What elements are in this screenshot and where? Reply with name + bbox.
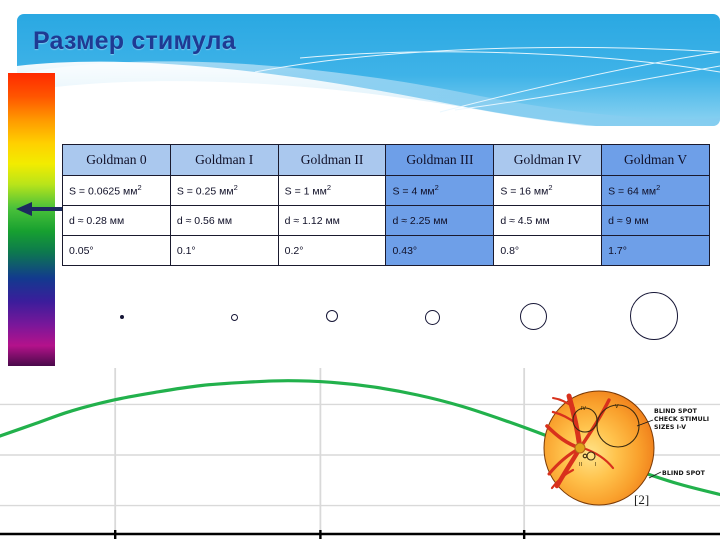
optic-disc bbox=[574, 442, 586, 454]
fundus-diagram: IV V II I BLIND SPOT CHECK STIMULI SIZES… bbox=[533, 386, 720, 514]
cell-angle-goldman-i: 0.1° bbox=[169, 235, 279, 266]
cell-area-goldman-0: S = 0.0625 мм2 bbox=[62, 175, 171, 206]
mark-label-ii: II bbox=[579, 462, 582, 468]
circle-goldman-v bbox=[630, 292, 678, 340]
cell-diameter-goldman-v: d ≈ 9 мм bbox=[601, 205, 710, 236]
cell-area-goldman-iii: S = 4 мм2 bbox=[385, 175, 495, 206]
fundus-label-blind-spot-bottom: BLIND SPOT bbox=[662, 470, 706, 477]
stimulus-circle-row bbox=[62, 282, 710, 352]
cell-angle-goldman-iv: 0.8° bbox=[493, 235, 603, 266]
cell-area-goldman-v: S = 64 мм2 bbox=[601, 175, 710, 206]
cell-diameter-goldman-iii: d ≈ 2.25 мм bbox=[385, 205, 495, 236]
cell-diameter-goldman-i: d ≈ 0.56 мм bbox=[169, 205, 279, 236]
mark-label-i: I bbox=[595, 462, 596, 468]
stimulus-size-table: Goldman 0 Goldman I Goldman II Goldman I… bbox=[62, 144, 710, 266]
circle-goldman-0 bbox=[119, 314, 125, 320]
cell-diameter-goldman-ii: d ≈ 1.12 мм bbox=[277, 205, 387, 236]
column-header-goldman-0[interactable]: Goldman 0 bbox=[62, 144, 171, 176]
table-row-area: S = 0.0625 мм2 S = 0.25 мм2 S = 1 мм2 S … bbox=[62, 175, 710, 206]
column-header-goldman-ii[interactable]: Goldman II bbox=[277, 144, 387, 176]
fundus-svg: IV V II I BLIND SPOT CHECK STIMULI SIZES… bbox=[543, 390, 709, 506]
cell-area-goldman-iv: S = 16 мм2 bbox=[493, 175, 603, 206]
fundus-label-check-stimuli: CHECK STIMULI bbox=[654, 416, 709, 423]
page-title: Размер стимула bbox=[33, 27, 236, 55]
circle-goldman-ii bbox=[326, 310, 338, 322]
table-row-angular-size: 0.05° 0.1° 0.2° 0.43° 0.8° 1.7° bbox=[62, 235, 710, 266]
circle-goldman-iv bbox=[519, 302, 547, 330]
citation-reference: [2] bbox=[634, 492, 650, 507]
table-header-row: Goldman 0 Goldman I Goldman II Goldman I… bbox=[62, 144, 710, 176]
column-header-goldman-iii[interactable]: Goldman III bbox=[385, 144, 495, 176]
cell-angle-goldman-iii: 0.43° bbox=[385, 235, 495, 266]
slide-header-banner: Размер стимула bbox=[0, 0, 720, 140]
cell-angle-goldman-0: 0.05° bbox=[62, 235, 171, 266]
mark-label-iv: IV bbox=[581, 406, 586, 412]
column-header-goldman-i[interactable]: Goldman I bbox=[169, 144, 279, 176]
table-row-diameter: d ≈ 0.28 мм d ≈ 0.56 мм d ≈ 1.12 мм d ≈ … bbox=[62, 205, 710, 236]
header-wave-graphic bbox=[17, 14, 720, 126]
fundus-label-sizes: SIZES I-V bbox=[654, 424, 686, 431]
column-header-goldman-iv[interactable]: Goldman IV bbox=[493, 144, 603, 176]
column-header-goldman-v[interactable]: Goldman V bbox=[601, 144, 710, 176]
fundus-globe bbox=[543, 390, 655, 506]
cell-diameter-goldman-0: d ≈ 0.28 мм bbox=[62, 205, 171, 236]
cell-diameter-goldman-iv: d ≈ 4.5 мм bbox=[493, 205, 603, 236]
circle-goldman-i bbox=[230, 313, 238, 321]
cell-angle-goldman-v: 1.7° bbox=[601, 235, 710, 266]
cell-area-goldman-ii: S = 1 мм2 bbox=[277, 175, 387, 206]
fundus-label-blind-spot-top: BLIND SPOT bbox=[654, 408, 698, 415]
cell-angle-goldman-ii: 0.2° bbox=[277, 235, 387, 266]
circle-goldman-iii bbox=[424, 309, 440, 325]
cell-area-goldman-i: S = 0.25 мм2 bbox=[169, 175, 279, 206]
mark-label-v: V bbox=[615, 404, 619, 410]
